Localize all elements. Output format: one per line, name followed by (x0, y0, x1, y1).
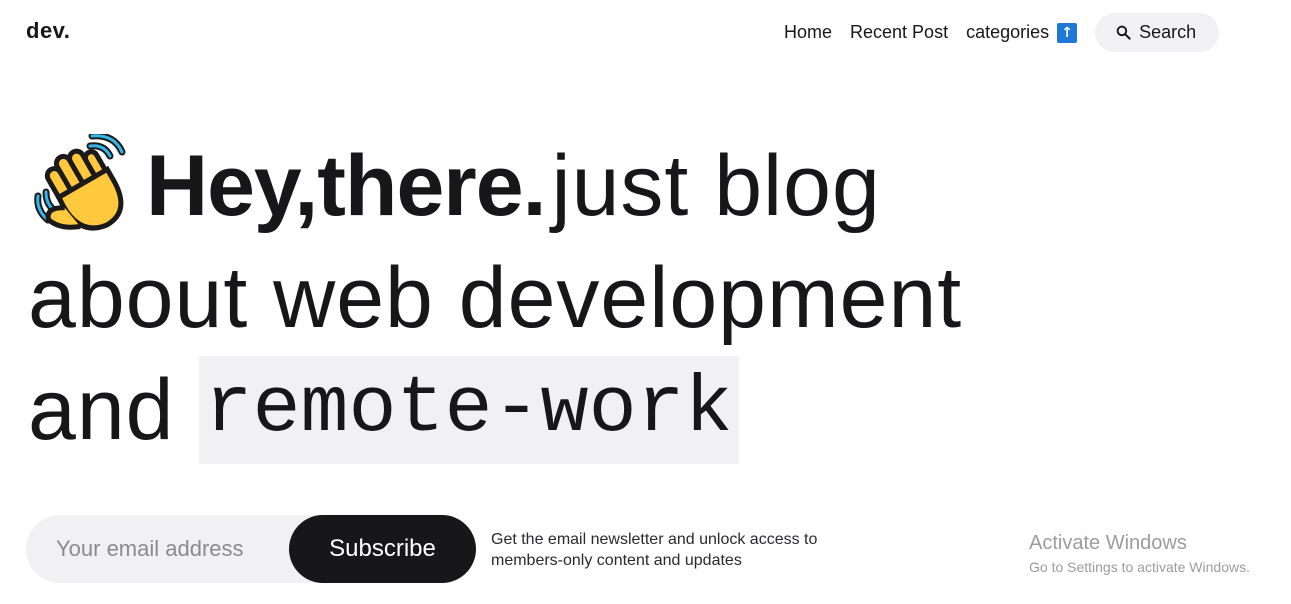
nav-categories-label: categories (966, 22, 1050, 42)
hero-highlight: remote-work (198, 356, 739, 464)
search-button[interactable]: Search (1095, 13, 1220, 52)
email-field[interactable] (56, 515, 286, 583)
hero-heading: Hey,there. just blog about web developme… (28, 130, 962, 466)
hero-greeting: Hey,there. (146, 138, 546, 234)
hero-line-1-text: just blog (551, 138, 881, 234)
search-label: Search (1139, 22, 1197, 42)
nav-categories[interactable]: categories ↑ (966, 22, 1078, 43)
hero-line-3-prefix: and (28, 362, 175, 458)
nav-home[interactable]: Home (784, 22, 832, 43)
nav-recent-post[interactable]: Recent Post (850, 22, 948, 43)
page: dev. Home Recent Post categories ↑ Searc… (0, 0, 1291, 604)
subscribe-form: Subscribe (26, 515, 476, 583)
site-logo[interactable]: dev. (26, 18, 70, 44)
waving-hand-icon (34, 134, 126, 231)
top-nav: Home Recent Post categories ↑ Search (784, 13, 1220, 52)
hero-line-3: and remote-work (28, 354, 962, 466)
activation-watermark: Activate Windows Go to Settings to activ… (1029, 531, 1250, 577)
activation-title: Activate Windows (1029, 532, 1187, 554)
subscribe-note: Get the email newsletter and unlock acce… (491, 531, 818, 569)
hero-line-1: Hey,there. just blog (28, 130, 962, 242)
search-icon (1116, 25, 1131, 40)
activation-subtitle: Go to Settings to activate Windows. (1029, 559, 1250, 575)
up-arrow-icon: ↑ (1057, 22, 1078, 43)
hero-line-2: about web development (28, 242, 962, 354)
subscribe-button[interactable]: Subscribe (289, 515, 476, 583)
hero-line-2-text: about web development (28, 250, 963, 346)
